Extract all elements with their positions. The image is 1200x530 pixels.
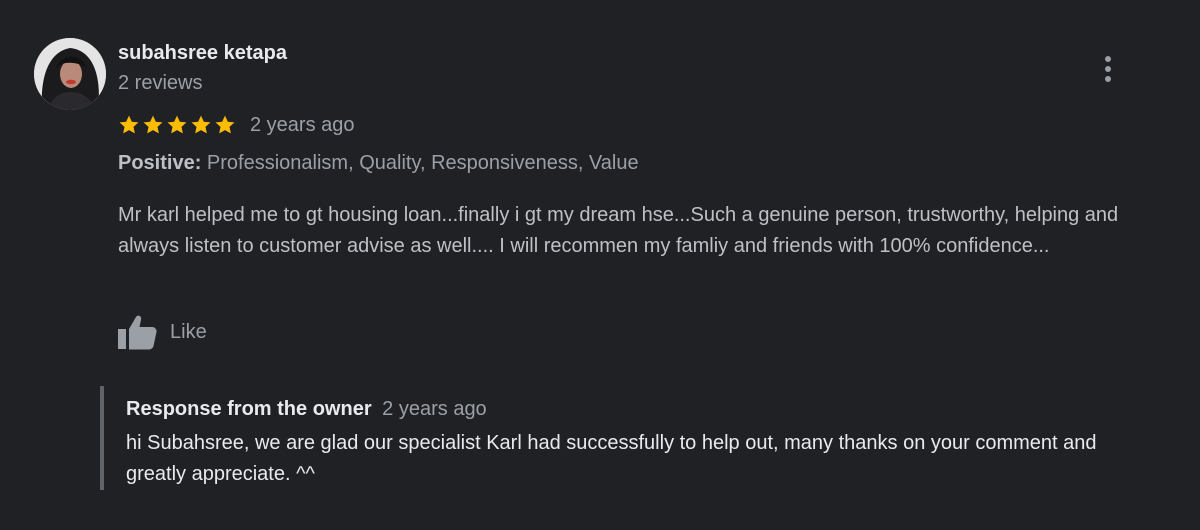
owner-response-heading: Response from the owner 2 years ago (126, 398, 487, 421)
avatar-photo (34, 38, 106, 110)
like-label: Like (170, 320, 207, 343)
owner-response-title: Response from the owner (126, 398, 372, 420)
star-icon (143, 115, 163, 134)
thumbs-up-icon (118, 315, 157, 350)
more-vertical-icon (1105, 56, 1111, 82)
reviewer-review-count: 2 reviews (118, 72, 203, 94)
review-text: Mr karl helped me to gt housing loan...f… (118, 204, 1119, 257)
reviewer-name[interactable]: subahsree ketapa (118, 42, 287, 65)
review-card: subahsree ketapa 2 reviews 2 years ago P… (0, 0, 1200, 530)
owner-response-time: 2 years ago (382, 398, 487, 420)
star-icon (215, 115, 235, 134)
owner-response: Response from the owner 2 years ago hi S… (100, 386, 1100, 490)
review-time: 2 years ago (250, 113, 355, 136)
like-button[interactable]: Like (116, 312, 207, 352)
star-icon (167, 115, 187, 134)
more-options-button[interactable] (1094, 50, 1122, 88)
star-icon (119, 115, 139, 134)
reviewer-avatar[interactable] (34, 38, 106, 110)
positive-attributes: Positive: Professionalism, Quality, Resp… (118, 152, 639, 175)
positive-label: Positive: (118, 152, 202, 174)
star-icon (191, 115, 211, 134)
star-rating (118, 114, 236, 136)
positive-values: Professionalism, Quality, Responsiveness… (206, 152, 639, 174)
rating-row: 2 years ago (118, 110, 355, 140)
owner-response-text: hi Subahsree, we are glad our specialist… (126, 432, 1097, 485)
